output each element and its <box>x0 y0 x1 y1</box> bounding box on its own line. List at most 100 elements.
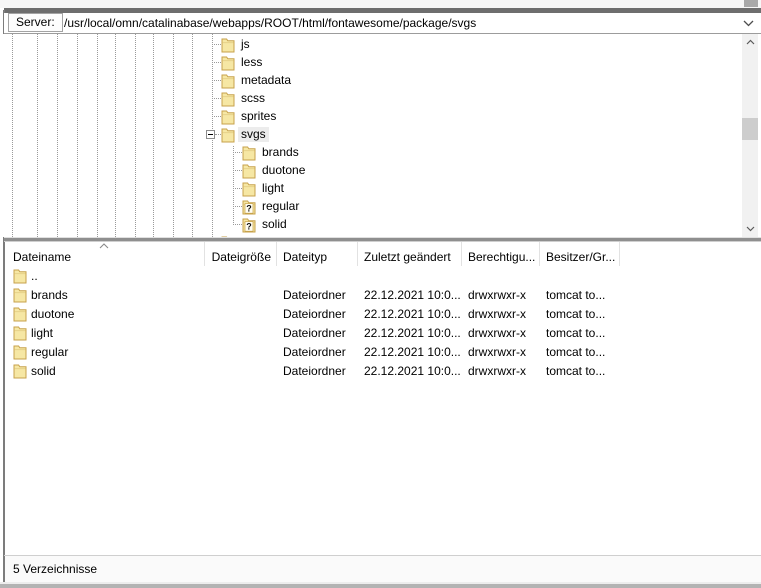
chevron-up-icon <box>746 39 754 45</box>
scroll-up-button[interactable] <box>742 34 758 50</box>
tree-item-metadata[interactable]: metadata <box>0 72 739 90</box>
address-toolbar: Server: /usr/local/omn/catalinabase/weba… <box>4 13 761 34</box>
folder-icon <box>13 364 27 378</box>
cell-type: Dateiordner <box>283 306 346 321</box>
sort-ascending-icon <box>99 243 109 249</box>
collapse-expander-icon[interactable] <box>206 130 215 139</box>
tree-connector <box>233 170 242 171</box>
cell-modified: 22.12.2021 10:0... <box>364 344 461 359</box>
file-name: duotone <box>31 306 75 321</box>
cell-owner: tomcat to... <box>546 287 606 302</box>
tree-item-light[interactable]: light <box>0 180 739 198</box>
folder-icon <box>221 92 235 107</box>
file-name: regular <box>31 344 69 359</box>
table-row[interactable]: .. <box>5 266 761 285</box>
tree-item-label[interactable]: less <box>238 55 265 70</box>
column-header-3[interactable]: Zuletzt geändert <box>358 242 462 266</box>
column-header-2[interactable]: Dateityp <box>277 242 358 266</box>
server-path-combobox[interactable]: /usr/local/omn/catalinabase/webapps/ROOT… <box>64 16 476 31</box>
tree-item-sprites[interactable]: sprites <box>0 108 739 126</box>
cell-permissions: drwxrwxr-x <box>468 344 526 359</box>
tree-item-js[interactable]: js <box>0 36 739 54</box>
tree-item-less[interactable]: less <box>0 54 739 72</box>
tree-item-label[interactable]: light <box>259 181 287 196</box>
folder-icon <box>221 110 235 125</box>
tree-item-label[interactable]: svgs <box>238 127 269 142</box>
cell-modified: 22.12.2021 10:0... <box>364 325 461 340</box>
cell-name: regular <box>5 344 205 360</box>
scrollbar-thumb[interactable] <box>742 118 758 140</box>
cell-permissions: drwxrwxr-x <box>468 287 526 302</box>
folder-icon <box>221 74 235 89</box>
tree-item-label[interactable]: brands <box>259 145 302 160</box>
tree-item-solid[interactable]: ? solid <box>0 216 739 234</box>
cell-owner: tomcat to... <box>546 306 606 321</box>
folder-icon <box>13 307 27 321</box>
file-list-header: Dateiname Dateigröße Dateityp Zuletzt geänd… <box>5 242 761 266</box>
cell-permissions: drwxrwxr-x <box>468 306 526 321</box>
tree-item-duotone[interactable]: duotone <box>0 162 739 180</box>
folder-icon <box>221 38 235 53</box>
cell-owner: tomcat to... <box>546 363 606 378</box>
top-strip-fragment <box>744 0 758 7</box>
table-row[interactable]: brands Dateiordner 22.12.2021 10:0... drwxr… <box>5 285 761 304</box>
table-row[interactable]: light Dateiordner 22.12.2021 10:0... drwxrw… <box>5 323 761 342</box>
folder-icon <box>13 345 27 359</box>
tree-item-label[interactable]: scss <box>238 91 268 106</box>
tree-item-label[interactable]: metadata <box>238 73 294 88</box>
cell-name: solid <box>5 363 205 379</box>
folder-question-icon: ? <box>242 218 256 233</box>
svg-text:?: ? <box>246 204 252 214</box>
table-row[interactable]: regular Dateiordner 22.12.2021 10:0... drwx… <box>5 342 761 361</box>
window-bottom-edge <box>0 582 761 588</box>
column-header-filler <box>620 242 761 266</box>
tree-connector <box>212 80 221 81</box>
tree-item-regular[interactable]: ? regular <box>0 198 739 216</box>
chevron-down-icon[interactable] <box>743 20 754 27</box>
cell-permissions: drwxrwxr-x <box>468 325 526 340</box>
cell-type: Dateiordner <box>283 325 346 340</box>
tree-connector <box>233 152 242 153</box>
tree-item-brands[interactable]: brands <box>0 144 739 162</box>
folder-icon <box>242 164 256 179</box>
table-row[interactable]: solid Dateiordner 22.12.2021 10:0... drwxrw… <box>5 361 761 380</box>
tree-connector <box>233 224 242 225</box>
file-list: .. brands Dateiordner 22.12.2021 10:0... drw… <box>5 266 761 555</box>
cell-type: Dateiordner <box>283 344 346 359</box>
column-header-5[interactable]: Besitzer/Gr... <box>540 242 620 266</box>
table-row[interactable]: duotone Dateiordner 22.12.2021 10:0... drwx… <box>5 304 761 323</box>
file-name: light <box>31 325 54 340</box>
server-label: Server: <box>8 13 63 32</box>
file-name: brands <box>31 287 68 302</box>
top-strip <box>0 0 761 8</box>
file-name: solid <box>31 363 56 378</box>
folder-icon <box>13 288 27 302</box>
cell-owner: tomcat to... <box>546 344 606 359</box>
cell-permissions: drwxrwxr-x <box>468 363 526 378</box>
column-header-1[interactable]: Dateigröße <box>205 242 277 266</box>
cell-type: Dateiordner <box>283 287 346 302</box>
svg-text:?: ? <box>246 222 252 232</box>
cell-name: brands <box>5 287 205 303</box>
file-name: .. <box>31 268 38 283</box>
tree-item-svgs[interactable]: svgs <box>0 126 739 144</box>
tree-item-label[interactable]: js <box>238 37 253 52</box>
status-bar: 5 Verzeichnisse <box>5 556 761 582</box>
tree-panel: js less metadata scss sprites svgs brands duoto… <box>0 34 761 237</box>
cell-name: duotone <box>5 306 205 322</box>
tree-item-label[interactable]: duotone <box>259 163 308 178</box>
column-header-4[interactable]: Berechtigu... <box>462 242 540 266</box>
tree-item-label[interactable]: solid <box>259 217 290 232</box>
cell-modified: 22.12.2021 10:0... <box>364 287 461 302</box>
folder-icon <box>242 146 256 161</box>
tree-connector <box>212 98 221 99</box>
cell-type: Dateiordner <box>283 363 346 378</box>
scroll-down-button[interactable] <box>742 221 758 237</box>
tree-scrollbar[interactable] <box>742 34 758 237</box>
tree-item-label[interactable]: sprites <box>238 109 279 124</box>
tree-item-scss[interactable]: scss <box>0 90 739 108</box>
file-manager-window: Server: /usr/local/omn/catalinabase/weba… <box>0 0 761 588</box>
cell-owner: tomcat to... <box>546 325 606 340</box>
tree-item-label[interactable]: regular <box>259 199 302 214</box>
tree-connector <box>212 116 221 117</box>
